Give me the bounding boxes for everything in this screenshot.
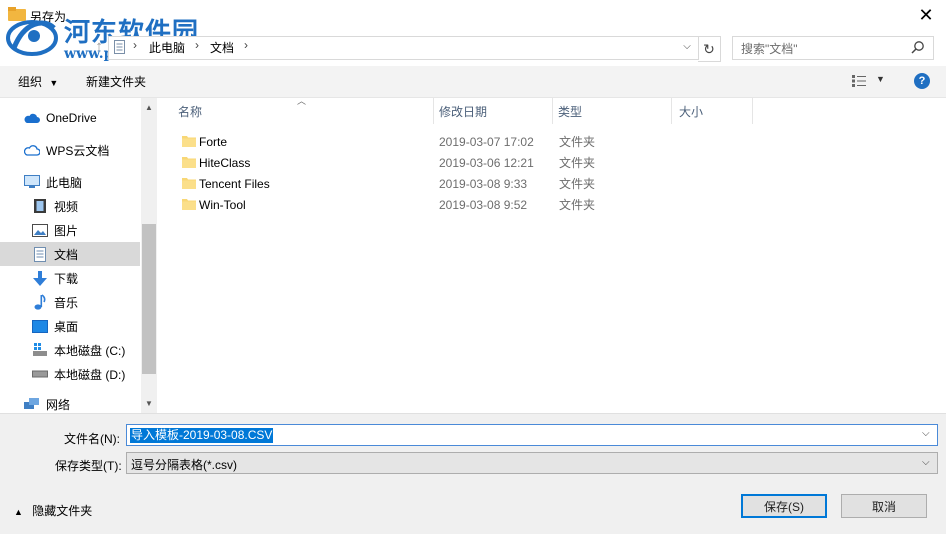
chevron-right-icon: › xyxy=(133,38,137,52)
column-header-type[interactable]: 类型 xyxy=(548,98,672,124)
nav-item-label: 此电脑 xyxy=(46,175,83,190)
chevron-down-icon: ⌵ xyxy=(683,40,691,52)
folder-icon xyxy=(182,136,196,147)
cancel-button[interactable]: 取消 xyxy=(841,494,927,518)
file-type: 文件夹 xyxy=(559,135,596,149)
file-row[interactable]: Tencent Files 2019-03-08 9:33 文件夹 xyxy=(170,173,790,194)
nav-item-documents[interactable]: 文档 xyxy=(0,242,140,266)
nav-item-label: 桌面 xyxy=(54,319,79,334)
nav-scrollbar-thumb[interactable] xyxy=(142,224,156,374)
file-date: 2019-03-06 12:21 xyxy=(439,155,534,170)
filename-label: 文件名(N): xyxy=(64,432,120,446)
video-icon xyxy=(32,198,48,214)
refresh-icon: ↻ xyxy=(703,40,715,57)
address-dropdown-button[interactable]: ⌵ xyxy=(680,38,694,54)
view-options-icon[interactable] xyxy=(851,74,867,88)
close-icon: ✕ xyxy=(918,4,934,25)
search-placeholder: 搜索"文档" xyxy=(741,42,798,56)
nav-item-label: 图片 xyxy=(54,223,79,238)
caret-down-icon: ▼ xyxy=(49,78,59,88)
search-icon[interactable] xyxy=(911,40,925,54)
file-row[interactable]: Forte 2019-03-07 17:02 文件夹 xyxy=(170,131,790,152)
save-type-select[interactable] xyxy=(126,452,938,474)
picture-icon xyxy=(32,222,48,238)
folder-icon xyxy=(182,178,196,189)
nav-item-onedrive[interactable]: OneDrive xyxy=(0,106,140,130)
file-date: 2019-03-08 9:33 xyxy=(439,176,528,191)
scroll-up-icon[interactable]: ▲ xyxy=(141,100,157,114)
file-name: Win-Tool xyxy=(199,197,246,212)
breadcrumb-this-pc[interactable]: 此电脑 xyxy=(149,39,185,56)
file-type: 文件夹 xyxy=(559,177,596,191)
computer-icon xyxy=(24,174,40,190)
document-icon xyxy=(32,246,48,262)
nav-item-downloads[interactable]: 下载 xyxy=(0,266,140,290)
nav-item-label: 本地磁盘 (C:) xyxy=(54,343,126,358)
nav-item-drive-c[interactable]: 本地磁盘 (C:) xyxy=(0,338,140,362)
scroll-down-icon[interactable]: ▼ xyxy=(141,396,157,410)
nav-item-label: 下载 xyxy=(54,271,79,286)
nav-item-pictures[interactable]: 图片 xyxy=(0,218,140,242)
breadcrumb-documents[interactable]: 文档 xyxy=(210,39,234,56)
file-type: 文件夹 xyxy=(559,156,596,170)
arrow-up-icon: ↑ xyxy=(95,37,103,55)
file-date: 2019-03-07 17:02 xyxy=(439,134,534,149)
save-button[interactable]: 保存(S) xyxy=(741,494,827,518)
file-name: Forte xyxy=(199,134,228,149)
nav-item-label: 视频 xyxy=(54,199,79,214)
save-type-value: 逗号分隔表格(*.csv) xyxy=(131,458,237,472)
hide-folders-label: 隐藏文件夹 xyxy=(32,504,93,518)
download-icon xyxy=(32,270,48,286)
nav-item-label: 文档 xyxy=(54,247,79,262)
watermark-logo-icon xyxy=(6,20,58,56)
chevron-down-icon[interactable]: ⌵ xyxy=(922,457,930,468)
nav-item-videos[interactable]: 视频 xyxy=(0,194,140,218)
nav-item-label: 网络 xyxy=(46,397,71,412)
nav-item-music[interactable]: 音乐 xyxy=(0,290,140,314)
folder-icon xyxy=(182,199,196,210)
file-date: 2019-03-08 9:52 xyxy=(439,197,528,212)
organize-label: 组织 xyxy=(18,75,43,89)
nav-item-desktop[interactable]: 桌面 xyxy=(0,314,140,338)
nav-item-drive-d[interactable]: 本地磁盘 (D:) xyxy=(0,362,140,386)
nav-item-label: WPS云文档 xyxy=(46,143,110,158)
column-header-name[interactable]: 名称 xyxy=(168,98,434,124)
nav-item-label: 本地磁盘 (D:) xyxy=(54,367,126,382)
folder-icon xyxy=(182,157,196,168)
chevron-right-icon[interactable]: › xyxy=(244,38,248,52)
nav-item-label: 音乐 xyxy=(54,295,79,310)
file-row[interactable]: Win-Tool 2019-03-08 9:52 文件夹 xyxy=(170,194,790,215)
close-button[interactable]: ✕ xyxy=(906,0,946,30)
drive-icon xyxy=(32,366,48,382)
help-icon[interactable]: ? xyxy=(914,73,930,89)
chevron-right-icon[interactable]: › xyxy=(195,38,199,52)
hide-folders-toggle[interactable]: ▲ 隐藏文件夹 xyxy=(14,502,92,519)
column-header-size[interactable]: 大小 xyxy=(669,98,753,124)
cloud-icon xyxy=(24,110,40,126)
column-header-date[interactable]: 修改日期 xyxy=(429,98,553,124)
desktop-icon xyxy=(32,318,48,334)
nav-item-wps-cloud[interactable]: WPS云文档 xyxy=(0,138,140,162)
drive-c-icon xyxy=(32,342,48,358)
filename-value[interactable]: 导入模板-2019-03-08.CSV xyxy=(130,428,274,443)
file-name: HiteClass xyxy=(199,155,251,170)
chevron-down-icon[interactable]: ⌵ xyxy=(922,428,930,439)
up-button[interactable]: ↑ xyxy=(90,37,108,55)
new-folder-button[interactable]: 新建文件夹 xyxy=(86,73,146,90)
nav-item-this-pc[interactable]: 此电脑 xyxy=(0,170,140,194)
organize-button[interactable]: 组织 ▼ xyxy=(18,73,58,90)
refresh-button[interactable]: ↻ xyxy=(698,36,721,62)
save-type-label: 保存类型(T): xyxy=(55,459,122,473)
document-icon xyxy=(114,40,125,54)
network-icon xyxy=(24,396,40,412)
music-icon xyxy=(32,294,48,310)
file-type: 文件夹 xyxy=(559,198,596,212)
file-name: Tencent Files xyxy=(199,176,270,191)
file-row[interactable]: HiteClass 2019-03-06 12:21 文件夹 xyxy=(170,152,790,173)
cloud-outline-icon xyxy=(24,142,40,158)
nav-item-network[interactable]: 网络 xyxy=(0,394,140,414)
view-dropdown-icon[interactable]: ▼ xyxy=(876,74,885,84)
nav-item-label: OneDrive xyxy=(46,111,97,125)
caret-up-icon: ▲ xyxy=(14,507,23,517)
